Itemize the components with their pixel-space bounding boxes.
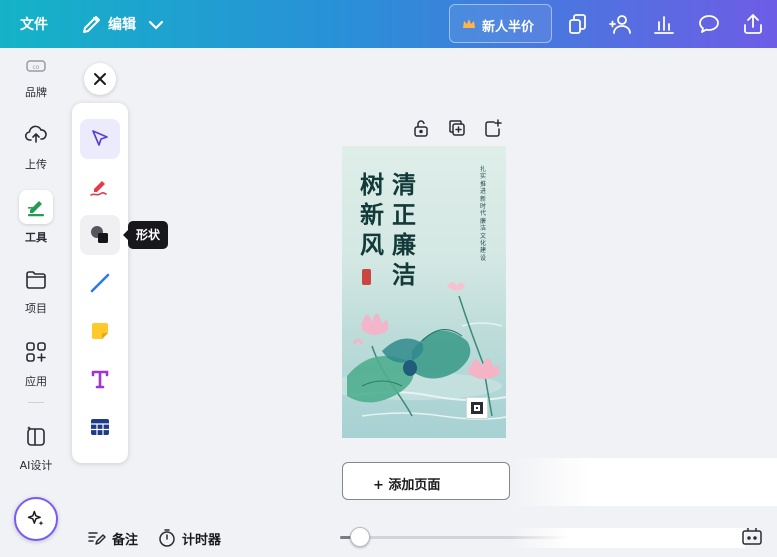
- edit-menu[interactable]: 编辑: [108, 14, 136, 34]
- pencil-icon[interactable]: [80, 12, 104, 36]
- cloud-upload-icon: [24, 125, 47, 143]
- rail-label-upload: 上传: [25, 158, 47, 171]
- poster-title-col2: 树新风: [360, 170, 384, 259]
- line-icon: [90, 273, 110, 293]
- close-tools-button[interactable]: [84, 63, 116, 95]
- add-page-icon[interactable]: [483, 118, 503, 138]
- sparkle-icon: [27, 510, 44, 526]
- tool-panel: [72, 103, 128, 463]
- upload-share-icon[interactable]: [741, 12, 765, 36]
- shape-tool[interactable]: [80, 215, 120, 255]
- rail-label-projects: 项目: [25, 302, 47, 315]
- text-icon: [91, 370, 109, 389]
- brand-icon: co: [26, 60, 46, 72]
- slider-fade: [510, 528, 745, 548]
- promo-label: 新人半价: [482, 20, 535, 35]
- notes-icon: [88, 532, 106, 545]
- timer-icon: [159, 529, 175, 547]
- unlock-icon[interactable]: [411, 118, 431, 138]
- copy-pages-icon[interactable]: [566, 12, 590, 36]
- crown-icon: [463, 19, 475, 28]
- notes-label: 备注: [112, 533, 139, 548]
- select-tool[interactable]: [80, 119, 120, 159]
- bar-chart-icon[interactable]: [652, 12, 676, 36]
- magic-assistant-button[interactable]: [14, 497, 58, 541]
- add-page-button[interactable]: + 添加页面: [342, 462, 510, 500]
- faded-overlay: [510, 458, 777, 506]
- sticky-note-tool[interactable]: [80, 311, 120, 351]
- rail-label-brand: 品牌: [25, 86, 47, 99]
- tools-icon: [27, 201, 44, 217]
- poster-subtitle-vertical: 扎实推进新时代廉洁文化建设: [479, 166, 486, 262]
- svg-text:co: co: [33, 64, 40, 71]
- poster-qr-code: [466, 397, 488, 419]
- marker-pen-icon: [90, 181, 107, 196]
- poster-seal: [362, 269, 371, 285]
- text-tool[interactable]: [80, 359, 120, 399]
- zoom-slider-thumb[interactable]: [350, 527, 370, 547]
- presentation-icon[interactable]: [740, 525, 764, 549]
- ai-design-icon: [27, 426, 45, 446]
- line-tool[interactable]: [80, 263, 120, 303]
- timer-label: 计时器: [182, 533, 222, 548]
- share-people-icon[interactable]: [608, 12, 632, 36]
- promo-button[interactable]: 新人半价: [449, 4, 552, 43]
- rail-divider: [28, 402, 44, 403]
- sticky-note-icon: [92, 323, 108, 339]
- shape-tooltip: 形状: [122, 221, 169, 249]
- close-icon: [94, 73, 106, 85]
- shapes-icon: [91, 226, 108, 243]
- duplicate-page-icon[interactable]: [447, 118, 467, 138]
- top-bar: 文件 编辑 新人半价: [0, 0, 777, 48]
- poster-title-col1: 清正廉洁: [392, 170, 416, 289]
- comment-icon[interactable]: [697, 12, 721, 36]
- rail-label-tools: 工具: [25, 231, 47, 244]
- add-page-label: + 添加页面: [373, 478, 441, 493]
- pen-tool[interactable]: [80, 167, 120, 207]
- cursor-icon: [92, 130, 108, 146]
- file-menu[interactable]: 文件: [20, 14, 48, 34]
- table-icon: [91, 419, 109, 435]
- rail-label-apps: 应用: [25, 375, 47, 388]
- folder-icon: [26, 271, 46, 289]
- chevron-down-icon[interactable]: [144, 13, 168, 37]
- table-tool[interactable]: [80, 407, 120, 447]
- apps-icon: [26, 342, 46, 362]
- rail-label-ai-design: AI设计: [19, 459, 53, 472]
